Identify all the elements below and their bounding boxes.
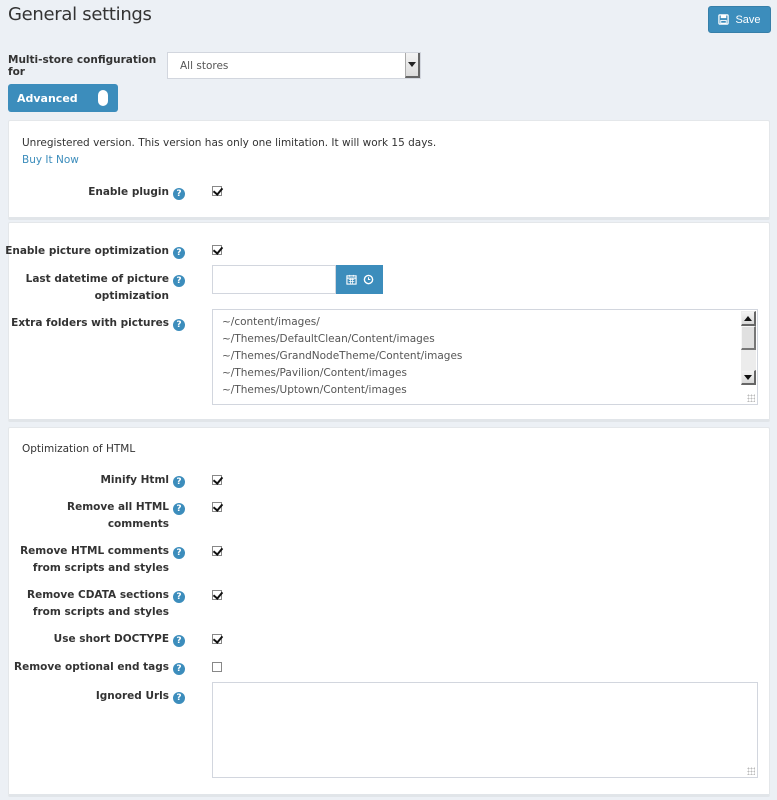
help-icon[interactable]: ? — [173, 247, 185, 259]
enable-plugin-label: Enable plugin? — [0, 184, 185, 201]
help-icon[interactable]: ? — [173, 319, 185, 331]
section-title: Optimization of HTML — [22, 443, 136, 455]
help-icon[interactable]: ? — [173, 635, 185, 647]
store-select-value: All stores — [180, 59, 229, 72]
store-config-row: Multi-store configuration for All stores — [8, 52, 421, 79]
floppy-disk-icon — [718, 14, 730, 25]
store-config-label: Multi-store configuration for — [8, 53, 157, 78]
html-option-label: Remove CDATA sections? from scripts and … — [0, 587, 185, 621]
chevron-down-icon[interactable] — [405, 53, 420, 78]
html-option-label: Remove optional end tags? — [0, 659, 185, 676]
last-datetime-label: Last datetime of picture? optimization — [0, 271, 185, 305]
help-icon[interactable]: ? — [173, 275, 185, 287]
help-icon[interactable]: ? — [173, 547, 185, 559]
scroll-up-icon[interactable] — [741, 311, 756, 326]
folder-line: ~/Themes/Uptown/Content/images — [222, 384, 407, 396]
resize-grip-icon[interactable] — [747, 394, 755, 402]
folder-line: ~/Themes/Pavilion/Content/images — [222, 367, 407, 379]
help-icon[interactable]: ? — [173, 188, 185, 200]
scroll-down-icon[interactable] — [741, 370, 756, 385]
ignored-urls-label: Ignored Urls? — [0, 688, 185, 705]
last-datetime-input[interactable] — [212, 265, 336, 294]
clock-icon — [363, 274, 373, 285]
buy-it-now-link[interactable]: Buy It Now — [22, 154, 79, 166]
remove-cdata-checkbox[interactable] — [212, 590, 222, 600]
folder-line: ~/Themes/DefaultClean/Content/images — [222, 333, 435, 345]
html-option-label: Remove HTML comments? from scripts and s… — [0, 543, 185, 577]
html-optimization-panel: Optimization of HTML Minify Html? Remove… — [8, 427, 770, 797]
resize-grip-icon[interactable] — [747, 767, 755, 775]
textarea-scrollbar[interactable] — [741, 311, 756, 387]
html-option-label: Remove all HTML? comments — [0, 499, 185, 533]
minify-html-checkbox[interactable] — [212, 475, 222, 485]
save-label: Save — [735, 13, 761, 26]
unregistered-notice: Unregistered version. This version has o… — [22, 137, 437, 149]
enable-picture-optimization-label: Enable picture optimization? — [0, 243, 185, 260]
remove-script-comments-checkbox[interactable] — [212, 546, 222, 556]
datetime-picker-button[interactable] — [336, 265, 383, 294]
save-button[interactable]: Save — [708, 6, 771, 33]
html-option-label: Minify Html? — [0, 472, 185, 489]
license-panel: Unregistered version. This version has o… — [8, 120, 770, 220]
advanced-toggle[interactable]: Advanced — [8, 84, 118, 112]
enable-picture-optimization-checkbox[interactable] — [212, 245, 222, 255]
help-icon[interactable]: ? — [173, 692, 185, 704]
scrollbar-thumb[interactable] — [741, 326, 756, 350]
store-select[interactable]: All stores — [167, 52, 421, 79]
folder-line: ~/content/images/ — [222, 316, 320, 328]
page-title: General settings — [8, 4, 152, 25]
extra-folders-textarea[interactable]: ~/content/images/ ~/Themes/DefaultClean/… — [212, 309, 758, 405]
short-doctype-checkbox[interactable] — [212, 634, 222, 644]
help-icon[interactable]: ? — [173, 476, 185, 488]
remove-html-comments-checkbox[interactable] — [212, 502, 222, 512]
picture-optimization-panel: Enable picture optimization? Last dateti… — [5, 222, 770, 422]
html-option-label: Use short DOCTYPE? — [0, 631, 185, 648]
extra-folders-label: Extra folders with pictures? — [0, 315, 185, 332]
ignored-urls-textarea[interactable] — [212, 682, 758, 778]
remove-optional-end-tags-checkbox[interactable] — [212, 662, 222, 672]
help-icon[interactable]: ? — [173, 663, 185, 675]
help-icon[interactable]: ? — [173, 591, 185, 603]
advanced-toggle-label: Advanced — [17, 91, 78, 105]
toggle-knob — [98, 90, 108, 106]
folder-line: ~/Themes/GrandNodeTheme/Content/images — [222, 350, 463, 362]
calendar-icon — [345, 274, 357, 285]
enable-plugin-checkbox[interactable] — [212, 186, 222, 196]
help-icon[interactable]: ? — [173, 503, 185, 515]
